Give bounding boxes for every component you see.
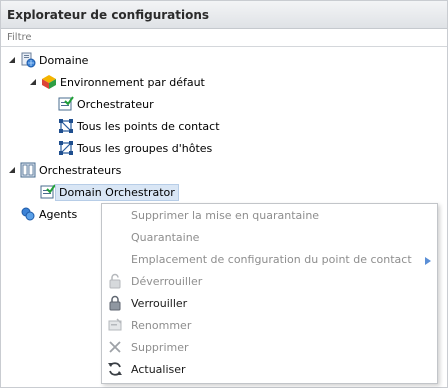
- menu-item-label: Actualiser: [131, 362, 186, 376]
- menu-item-label: Supprimer la mise en quarantaine: [131, 208, 320, 222]
- menu-item-rename[interactable]: Renommer: [102, 314, 437, 336]
- menu-item-delete[interactable]: Supprimer: [102, 336, 437, 358]
- menu-item-contact-point-config-location[interactable]: Emplacement de configuration du point de…: [102, 248, 437, 270]
- collapse-arrow-icon[interactable]: [7, 49, 17, 71]
- tree-node-orchestrators[interactable]: Orchestrateurs: [7, 159, 121, 181]
- rename-icon: [107, 317, 123, 333]
- domain-icon: [20, 52, 36, 68]
- orchestrators-icon: [20, 162, 36, 178]
- menu-item-label: Quarantaine: [131, 230, 200, 244]
- menu-item-unlock[interactable]: Déverrouiller: [102, 270, 437, 292]
- host-groups-icon: [58, 140, 74, 156]
- menu-item-quarantine[interactable]: Quarantaine: [102, 226, 437, 248]
- menu-item-refresh[interactable]: Actualiser: [102, 358, 437, 380]
- menu-item-label: Déverrouiller: [131, 274, 203, 288]
- tree-node-domain[interactable]: Domaine: [7, 49, 88, 71]
- orchestrator-icon: [58, 96, 74, 112]
- menu-item-lock[interactable]: Verrouiller: [102, 292, 437, 314]
- environment-icon: [41, 74, 57, 90]
- collapse-arrow-icon[interactable]: [7, 159, 17, 181]
- lock-icon: [107, 295, 123, 311]
- submenu-arrow-icon: [425, 255, 431, 268]
- tree-node-all-host-groups[interactable]: Tous les groupes d'hôtes: [58, 137, 212, 159]
- unlock-icon: [107, 273, 123, 289]
- panel-title: Explorateur de configurations: [1, 1, 447, 29]
- tree-node-label: Domaine: [39, 53, 89, 67]
- delete-icon: [107, 339, 123, 355]
- contact-points-icon: [58, 118, 74, 134]
- context-menu: Supprimer la mise en quarantaine Quarant…: [101, 203, 438, 384]
- refresh-icon: [107, 361, 123, 377]
- tree-node-label: Tous les groupes d'hôtes: [77, 141, 213, 155]
- menu-item-label: Emplacement de configuration du point de…: [131, 252, 412, 266]
- menu-item-remove-quarantine[interactable]: Supprimer la mise en quarantaine: [102, 204, 437, 226]
- tree-node-domain-orchestrator[interactable]: Domain Orchestrator: [40, 181, 179, 203]
- tree-node-label: Environnement par défaut: [60, 75, 205, 89]
- orchestrator-icon: [40, 184, 56, 200]
- menu-item-label: Renommer: [131, 318, 192, 332]
- tree-node-label: Agents: [39, 207, 78, 221]
- tree-node-label: Domain Orchestrator: [55, 183, 179, 201]
- tree-node-environment[interactable]: Environnement par défaut: [28, 71, 205, 93]
- tree-node-agents[interactable]: Agents: [20, 203, 77, 225]
- filter-input[interactable]: Filtre: [1, 29, 447, 47]
- tree-node-label: Tous les points de contact: [77, 119, 220, 133]
- agents-icon: [20, 206, 36, 222]
- menu-item-label: Verrouiller: [131, 296, 188, 310]
- menu-item-label: Supprimer: [131, 340, 189, 354]
- tree-node-all-contact-points[interactable]: Tous les points de contact: [58, 115, 220, 137]
- tree-node-label: Orchestrateurs: [39, 163, 122, 177]
- collapse-arrow-icon[interactable]: [28, 71, 38, 93]
- tree-node-label: Orchestrateur: [77, 97, 154, 111]
- tree-node-orchestrator[interactable]: Orchestrateur: [58, 93, 154, 115]
